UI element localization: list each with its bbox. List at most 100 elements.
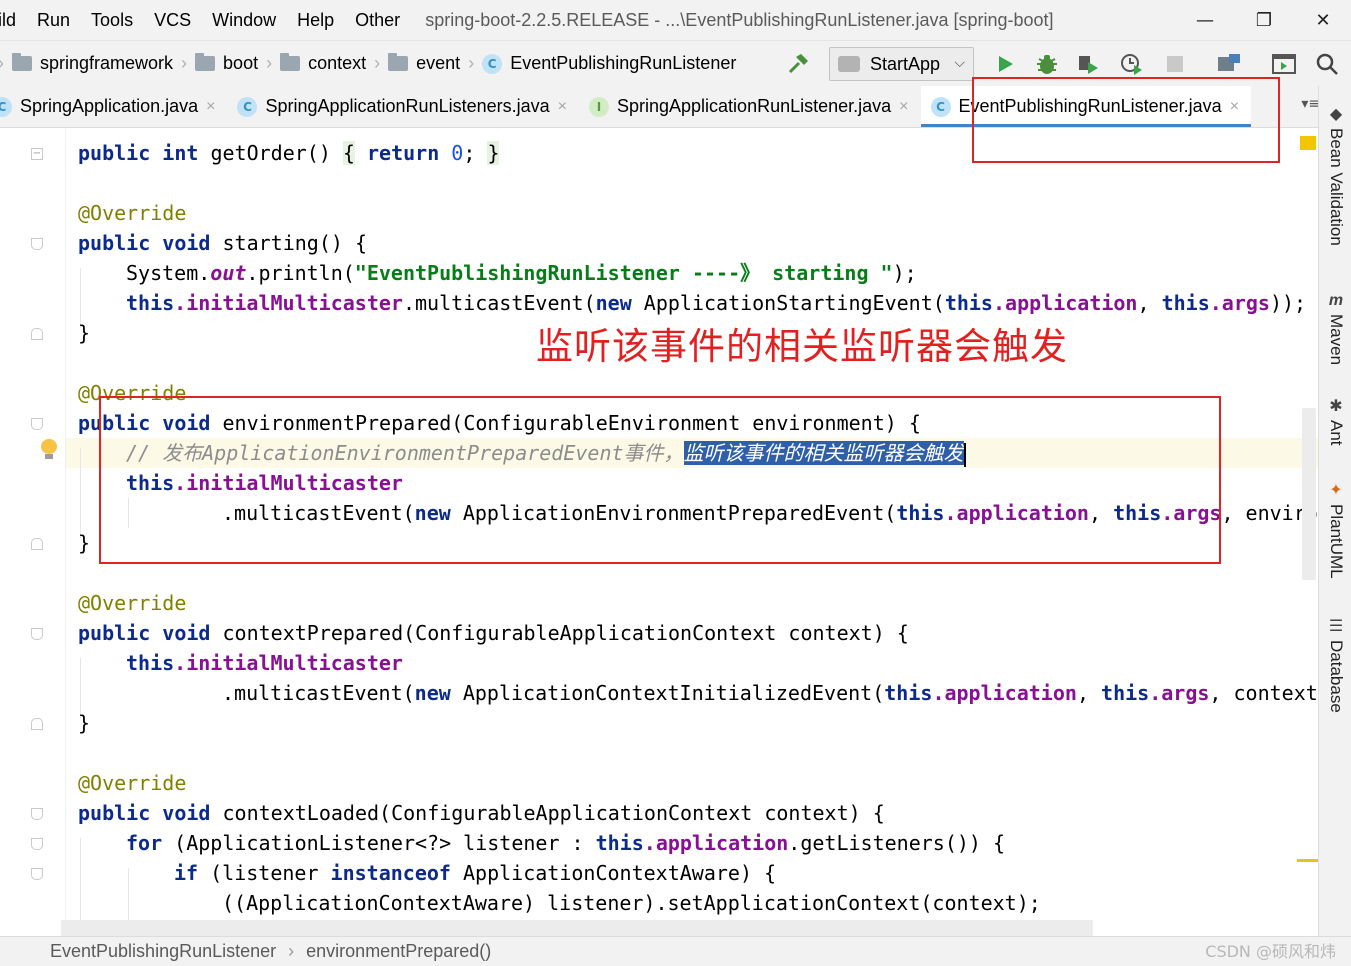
stop-icon[interactable]: [1162, 51, 1188, 77]
menu-vcs[interactable]: VCS: [154, 10, 191, 31]
search-icon[interactable]: [1314, 51, 1340, 77]
tool-bean-validation[interactable]: ◆ Bean Validation: [1321, 106, 1351, 246]
fold-toggle-icon[interactable]: [31, 718, 43, 730]
code-editor[interactable]: − public int getOrder() { return 0; } @O…: [0, 128, 1318, 936]
breadcrumb-class[interactable]: C EventPublishingRunListener: [482, 53, 736, 74]
fold-toggle-icon[interactable]: [31, 328, 43, 340]
fold-toggle-icon[interactable]: [31, 808, 43, 820]
code-line: @Override: [78, 591, 187, 615]
menu-help[interactable]: Help: [297, 10, 334, 31]
crumb-separator: ›: [181, 53, 188, 73]
fold-toggle-icon[interactable]: [31, 628, 43, 640]
build-hammer-icon[interactable]: [785, 51, 811, 77]
tab-spring-application-run-listeners[interactable]: C SpringApplicationRunListeners.java ×: [227, 86, 579, 127]
tool-maven[interactable]: m Maven: [1321, 292, 1351, 365]
tool-label: Ant: [1327, 420, 1346, 446]
tool-database[interactable]: ☰ Database: [1321, 618, 1351, 713]
status-bar: EventPublishingRunListener › environment…: [0, 936, 1351, 966]
code-line: public void contextPrepared(Configurable…: [78, 621, 909, 645]
code-line: @Override: [78, 381, 187, 405]
class-icon: C: [930, 96, 951, 117]
tab-label: SpringApplicationRunListener.java: [616, 96, 892, 116]
horizontal-scrollbar-thumb[interactable]: [61, 920, 1093, 936]
folder-icon: [388, 53, 409, 71]
project-structure-icon[interactable]: [1216, 51, 1242, 77]
tool-plantuml[interactable]: ✦ PlantUML: [1321, 482, 1351, 579]
minimize-button[interactable]: —: [1177, 0, 1233, 40]
close-icon[interactable]: ×: [1230, 98, 1239, 116]
debug-bug-icon[interactable]: [1034, 51, 1060, 77]
tool-label: Bean Validation: [1327, 128, 1346, 246]
right-tool-strip: ◆ Bean Validation m Maven ✱ Ant ✦ PlantU…: [1318, 86, 1351, 936]
maven-icon: m: [1328, 292, 1344, 309]
code-line: // 发布ApplicationEnvironmentPreparedEvent…: [126, 441, 966, 467]
code-line: @Override: [78, 201, 187, 225]
chevron-down-icon: ⌵: [954, 54, 965, 70]
tab-label: EventPublishingRunListener.java: [958, 96, 1222, 116]
code-line: this.initialMulticaster: [126, 471, 403, 495]
run-anything-icon[interactable]: [1271, 51, 1297, 77]
menu-other[interactable]: Other: [355, 10, 400, 31]
warning-marker[interactable]: [1300, 136, 1316, 150]
breadcrumb-event[interactable]: event: [388, 53, 460, 74]
close-icon[interactable]: ×: [206, 98, 215, 116]
crumb-separator: ›: [0, 53, 4, 74]
code-line: .multicastEvent(new ApplicationEnvironme…: [222, 501, 1318, 525]
fold-toggle-icon[interactable]: [31, 238, 43, 250]
indent-guide: [128, 498, 129, 528]
code-line: ((ApplicationContextAware) listener).set…: [222, 891, 1041, 915]
breadcrumb-context[interactable]: context: [280, 53, 366, 74]
code-line: }: [78, 531, 91, 555]
run-icon[interactable]: [992, 51, 1018, 77]
class-icon: C: [0, 96, 12, 117]
restore-button[interactable]: ❐: [1236, 0, 1292, 40]
status-breadcrumb-method[interactable]: environmentPrepared(): [306, 941, 491, 962]
fold-toggle-icon[interactable]: [31, 538, 43, 550]
run-configuration-select[interactable]: StartApp ⌵: [829, 47, 974, 81]
tool-ant[interactable]: ✱ Ant: [1321, 398, 1351, 446]
crumb-separator: ›: [374, 53, 381, 73]
close-icon[interactable]: ×: [899, 98, 908, 116]
ant-icon: ✱: [1329, 398, 1343, 415]
breadcrumb-boot[interactable]: boot: [195, 53, 258, 74]
breadcrumb-label: boot: [223, 53, 259, 73]
tool-label: Database: [1327, 640, 1346, 713]
editor-gutter: −: [0, 128, 66, 936]
class-icon: C: [237, 96, 258, 117]
close-icon[interactable]: ×: [558, 98, 567, 116]
fold-toggle-icon[interactable]: [31, 418, 43, 430]
annotation-label: 监听该事件的相关监听器会触发: [536, 325, 1068, 368]
error-stripe-marker[interactable]: [1297, 859, 1318, 862]
fold-toggle-icon[interactable]: [31, 838, 43, 850]
fold-toggle-icon[interactable]: [31, 868, 43, 880]
crumb-separator: ›: [468, 53, 475, 73]
code-line: public void starting() {: [78, 231, 367, 255]
code-content: public int getOrder() { return 0; } @Ove…: [78, 128, 1318, 936]
tab-event-publishing-run-listener[interactable]: C EventPublishingRunListener.java ×: [920, 86, 1252, 127]
text-caret: [963, 442, 966, 467]
fold-toggle-icon[interactable]: −: [31, 148, 43, 160]
status-breadcrumb-class[interactable]: EventPublishingRunListener: [50, 941, 276, 962]
spring-boot-config-icon: [838, 56, 860, 72]
code-line: this.initialMulticaster.multicastEvent(n…: [126, 291, 1307, 315]
tool-label: Maven: [1327, 314, 1346, 366]
code-line: System.out.println("EventPublishingRunLi…: [126, 261, 917, 285]
profile-icon[interactable]: [1119, 51, 1145, 77]
folder-icon: [12, 53, 32, 71]
menu-build[interactable]: ild: [0, 10, 16, 31]
menu-window[interactable]: Window: [212, 10, 276, 31]
breadcrumb-springframework[interactable]: springframework: [12, 53, 173, 74]
breadcrumb-label: EventPublishingRunListener: [510, 53, 737, 73]
intention-bulb-icon[interactable]: [41, 439, 57, 459]
vertical-scrollbar-thumb[interactable]: [1302, 408, 1316, 580]
close-window-button[interactable]: ✕: [1295, 0, 1351, 40]
code-line: this.initialMulticaster: [126, 651, 403, 675]
menu-run[interactable]: Run: [37, 10, 70, 31]
tab-spring-application[interactable]: C SpringApplication.java ×: [0, 86, 227, 127]
code-line: public void contextLoaded(ConfigurableAp…: [78, 801, 885, 825]
tab-spring-application-run-listener[interactable]: I SpringApplicationRunListener.java ×: [579, 86, 921, 127]
run-with-coverage-icon[interactable]: [1076, 51, 1102, 77]
plantuml-icon: ✦: [1329, 482, 1343, 499]
menu-tools[interactable]: Tools: [91, 10, 133, 31]
selected-text: 监听该事件的相关监听器会触发: [683, 441, 964, 465]
